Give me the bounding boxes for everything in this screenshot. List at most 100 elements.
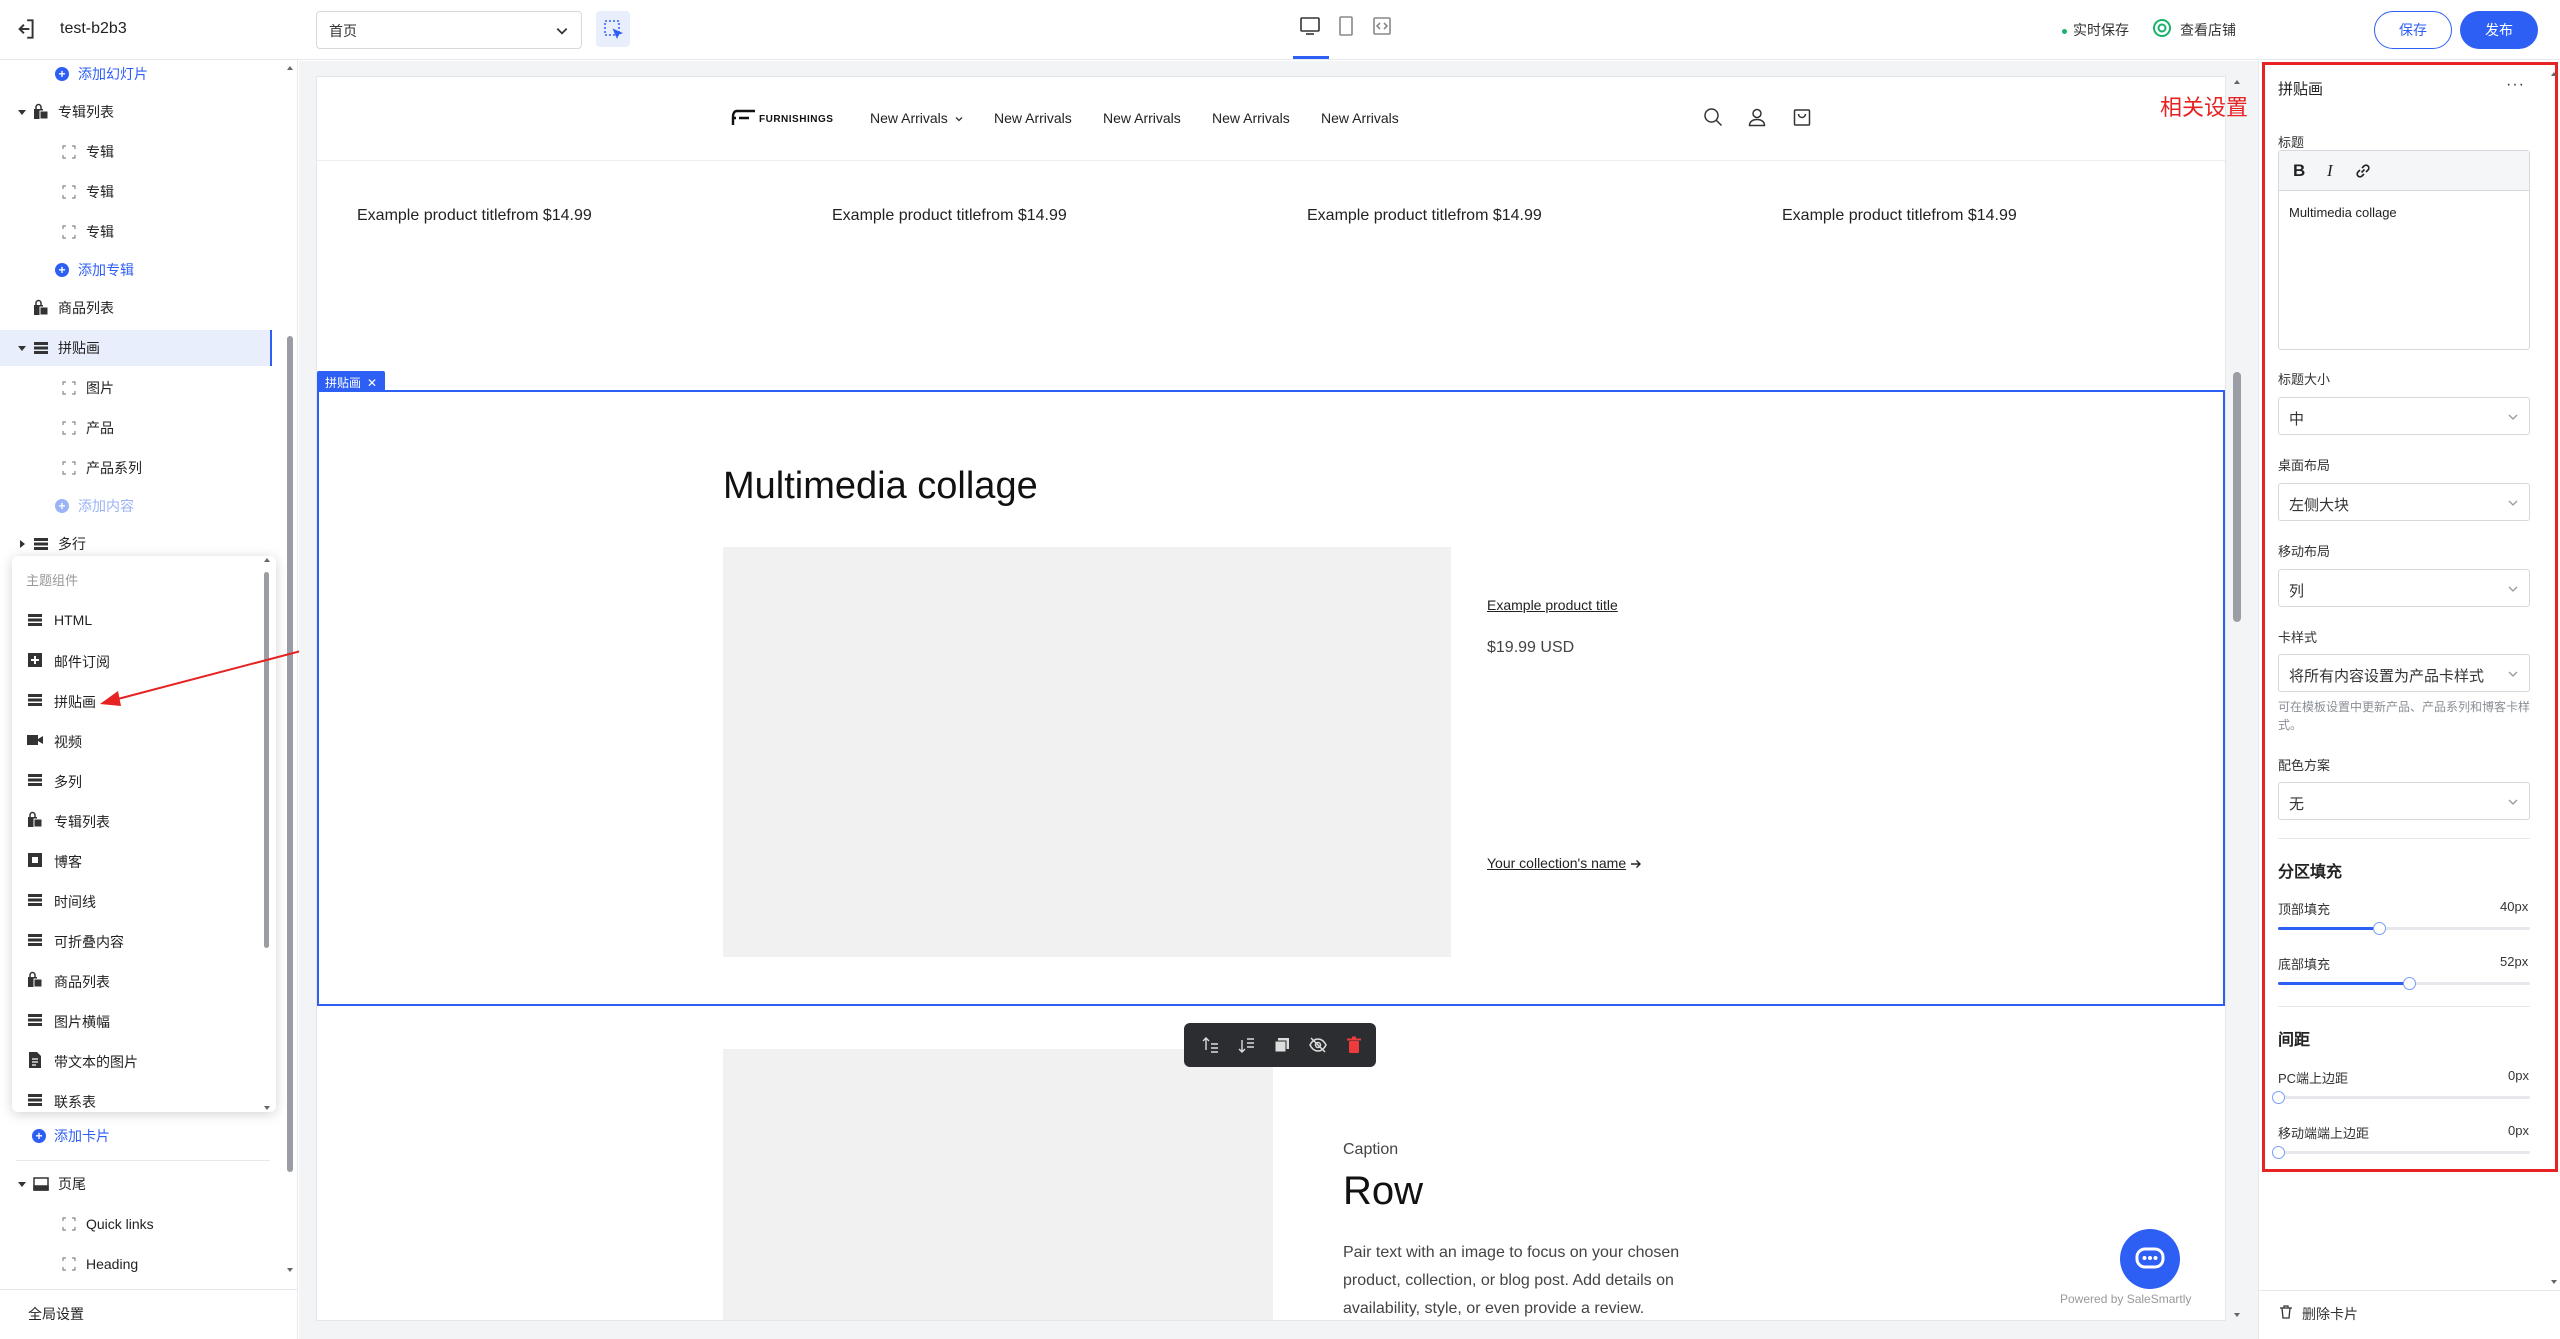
tablet-view-icon[interactable]: [1334, 14, 1358, 38]
account-icon[interactable]: [1746, 106, 1768, 128]
product-card-title[interactable]: Example product titlefrom $14.99: [832, 207, 1067, 225]
sidebar-subitem-product[interactable]: 产品: [0, 410, 272, 446]
sidebar-item-label: 拼贴画: [58, 340, 100, 356]
heading-text[interactable]: Multimedia collage: [2289, 205, 2397, 220]
pc-top-margin-slider[interactable]: [2272, 1091, 2530, 1104]
trash-icon[interactable]: [2278, 1304, 2294, 1320]
add-slide-button[interactable]: + 添加幻灯片: [0, 56, 272, 92]
component-option-contact-form[interactable]: 联系表: [12, 1080, 262, 1120]
nav-link[interactable]: New Arrivals: [994, 110, 1072, 126]
link-icon[interactable]: [2353, 161, 2373, 181]
view-store-link[interactable]: 查看店铺: [2180, 20, 2236, 40]
sidebar-subitem-quick-links[interactable]: Quick links: [0, 1206, 272, 1242]
product-card-title[interactable]: Example product titlefrom $14.99: [1782, 207, 2017, 225]
card-style-value: 将所有内容设置为产品卡样式: [2289, 668, 2485, 685]
component-option-product-list[interactable]: 商品列表: [12, 960, 262, 1000]
component-option-timeline[interactable]: 时间线: [12, 880, 262, 920]
sidebar-scrollbar-thumb[interactable]: [287, 336, 293, 1172]
search-icon[interactable]: [1702, 106, 1724, 128]
close-icon[interactable]: ✕: [367, 376, 377, 390]
collage-product-link[interactable]: Example product title: [1487, 597, 1618, 613]
collage-image-placeholder[interactable]: [723, 547, 1451, 957]
store-preview[interactable]: FURNISHINGS New Arrivals New Arrivals Ne…: [316, 76, 2226, 1321]
heading-size-value: 中: [2289, 411, 2305, 428]
caret-down-icon: [18, 110, 26, 115]
add-content-button[interactable]: + 添加内容: [0, 488, 272, 524]
exit-icon[interactable]: [12, 16, 38, 42]
add-card-button[interactable]: + 添加卡片: [0, 1118, 272, 1154]
mobile-layout-select[interactable]: 列: [2278, 569, 2530, 607]
chat-widget-button[interactable]: [2120, 1229, 2180, 1289]
delete-icon[interactable]: [1344, 1035, 1364, 1055]
sidebar-subitem-product-series[interactable]: 产品系列: [0, 450, 272, 486]
sidebar-subitem-heading[interactable]: Heading: [0, 1246, 272, 1282]
component-option-video[interactable]: 视频: [12, 720, 262, 760]
component-option-multi-column[interactable]: 多列: [12, 760, 262, 800]
nav-link-label: New Arrivals: [870, 110, 948, 126]
slider-thumb[interactable]: [2272, 1091, 2285, 1104]
nav-link[interactable]: New Arrivals: [1321, 110, 1399, 126]
delete-card-button[interactable]: 删除卡片: [2302, 1304, 2358, 1324]
canvas-scrollbar[interactable]: [2232, 76, 2242, 1321]
settings-scrollbar[interactable]: [2550, 70, 2558, 1286]
sidebar-item-product-list[interactable]: 商品列表: [0, 290, 272, 326]
component-option-collection-list[interactable]: 专辑列表: [12, 800, 262, 840]
section-toolbar: [1184, 1023, 1376, 1067]
add-collection-button[interactable]: + 添加专辑: [0, 252, 272, 288]
desktop-view-icon[interactable]: [1298, 14, 1322, 38]
sidebar-subitem-collection[interactable]: 专辑: [0, 214, 272, 250]
heading-size-select[interactable]: 中: [2278, 397, 2530, 435]
sidebar-subitem-label: 产品: [86, 420, 114, 436]
sidebar-item-footer[interactable]: 页尾: [0, 1166, 272, 1202]
plus-icon: +: [55, 67, 69, 81]
select-element-tool[interactable]: [596, 11, 630, 47]
italic-icon[interactable]: I: [2327, 161, 2333, 181]
cart-icon[interactable]: [1791, 106, 1813, 128]
selected-section-tag[interactable]: 拼贴画 ✕: [317, 371, 386, 391]
sidebar-item-label: 页尾: [58, 1176, 86, 1192]
collage-collection-link[interactable]: Your collection's name: [1487, 855, 1642, 871]
row-image-placeholder[interactable]: [723, 1049, 1273, 1320]
component-option-image-banner[interactable]: 图片横幅: [12, 1000, 262, 1040]
component-option-collapsible-content[interactable]: 可折叠内容: [12, 920, 262, 960]
top-padding-slider[interactable]: [2278, 922, 2530, 935]
sidebar-item-collage[interactable]: 拼贴画: [0, 330, 272, 366]
store-logo[interactable]: FURNISHINGS: [729, 108, 833, 130]
nav-link[interactable]: New Arrivals: [1103, 110, 1181, 126]
slider-thumb[interactable]: [2272, 1146, 2285, 1159]
mobile-top-margin-slider[interactable]: [2272, 1146, 2530, 1159]
move-down-icon[interactable]: [1236, 1035, 1256, 1055]
code-view-icon[interactable]: [1370, 14, 1394, 38]
component-option-image-with-text[interactable]: 带文本的图片: [12, 1040, 262, 1080]
card-style-select[interactable]: 将所有内容设置为产品卡样式: [2278, 654, 2530, 692]
component-option-blog[interactable]: 博客: [12, 840, 262, 880]
hide-icon[interactable]: [1308, 1035, 1328, 1055]
product-card-title[interactable]: Example product titlefrom $14.99: [357, 207, 592, 225]
bold-icon[interactable]: B: [2293, 161, 2305, 181]
more-options-icon[interactable]: ···: [2506, 76, 2525, 94]
save-button[interactable]: 保存: [2374, 11, 2452, 49]
slider-thumb[interactable]: [2403, 977, 2417, 990]
desktop-layout-value: 左侧大块: [2289, 497, 2350, 514]
canvas-scrollbar-thumb[interactable]: [2233, 372, 2241, 622]
nav-link[interactable]: New Arrivals: [870, 110, 964, 126]
bottom-padding-slider[interactable]: [2278, 977, 2530, 990]
sidebar-subitem-collection[interactable]: 专辑: [0, 134, 272, 170]
heading-rich-text-editor[interactable]: B I Multimedia collage: [2278, 150, 2530, 350]
global-settings-button[interactable]: 全局设置: [0, 1289, 298, 1339]
desktop-layout-select[interactable]: 左侧大块: [2278, 483, 2530, 521]
sidebar-subitem-image[interactable]: 图片: [0, 370, 272, 406]
slider-thumb[interactable]: [2372, 922, 2386, 935]
duplicate-icon[interactable]: [1272, 1035, 1292, 1055]
nav-link[interactable]: New Arrivals: [1212, 110, 1290, 126]
page-select[interactable]: 首页: [316, 11, 582, 49]
publish-button[interactable]: 发布: [2460, 11, 2538, 49]
caret-down-icon: [18, 1182, 26, 1187]
color-scheme-select[interactable]: 无: [2278, 782, 2530, 820]
store-icon[interactable]: [2152, 18, 2172, 38]
sidebar-subitem-label: Quick links: [86, 1216, 154, 1232]
sidebar-subitem-collection[interactable]: 专辑: [0, 174, 272, 210]
move-up-icon[interactable]: [1200, 1035, 1220, 1055]
sidebar-item-collection-list[interactable]: 专辑列表: [0, 94, 272, 130]
product-card-title[interactable]: Example product titlefrom $14.99: [1307, 207, 1542, 225]
